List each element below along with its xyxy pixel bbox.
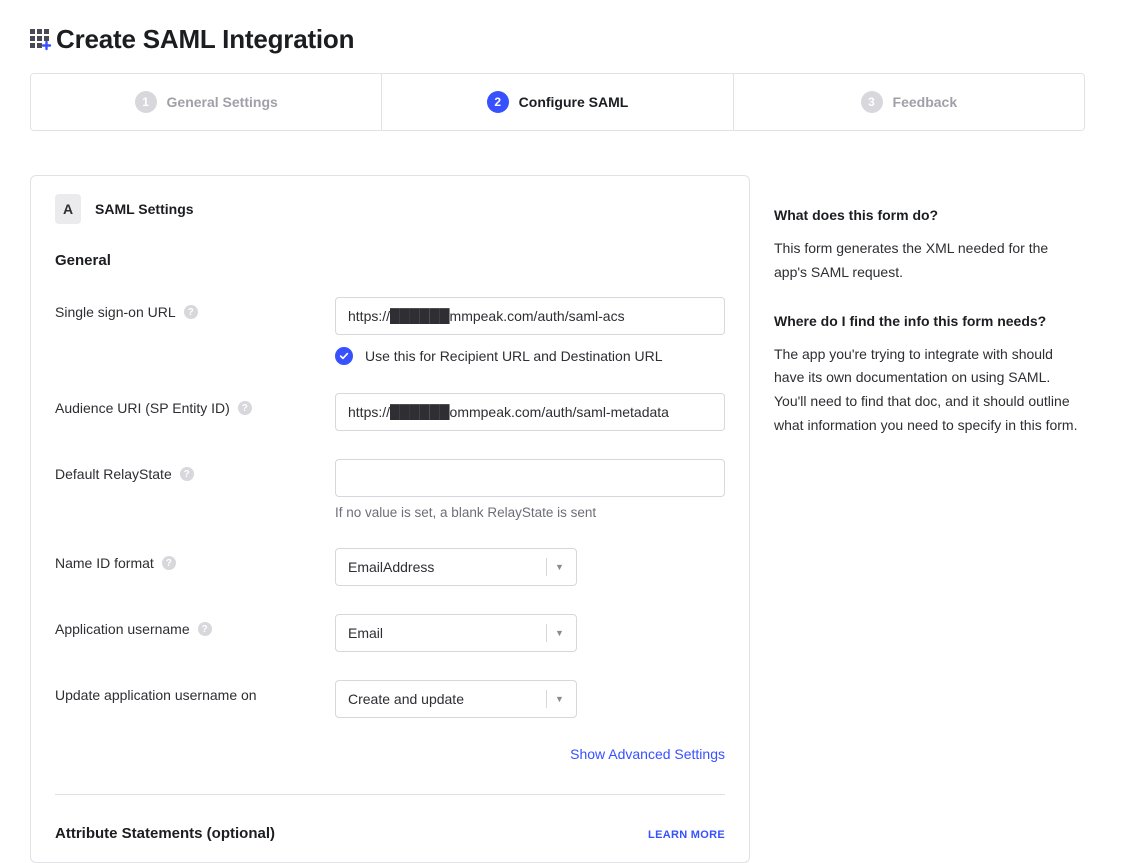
wizard-step-general[interactable]: 1 General Settings — [31, 74, 382, 130]
help-sidebar: What does this form do? This form genera… — [774, 175, 1085, 466]
attribute-statements-heading: Attribute Statements (optional) — [55, 825, 275, 842]
app-username-label: Application username — [55, 621, 190, 637]
wizard-steps: 1 General Settings 2 Configure SAML 3 Fe… — [30, 73, 1085, 131]
learn-more-link[interactable]: LEARN MORE — [648, 829, 725, 841]
page-header: Create SAML Integration — [30, 24, 1085, 55]
section-badge: A — [55, 194, 81, 224]
sso-url-input[interactable] — [335, 297, 725, 335]
general-heading: General — [55, 252, 725, 269]
step-number: 1 — [135, 91, 157, 113]
relay-state-input[interactable] — [335, 459, 725, 497]
relay-state-helper: If no value is set, a blank RelayState i… — [335, 505, 725, 520]
step-label: Configure SAML — [519, 94, 629, 110]
help-icon[interactable]: ? — [162, 556, 176, 570]
step-number: 2 — [487, 91, 509, 113]
help-icon[interactable]: ? — [238, 401, 252, 415]
wizard-step-feedback[interactable]: 3 Feedback — [734, 74, 1084, 130]
help-text-2: The app you're trying to integrate with … — [774, 343, 1085, 438]
step-label: Feedback — [893, 94, 958, 110]
step-label: General Settings — [167, 94, 278, 110]
help-icon[interactable]: ? — [198, 622, 212, 636]
chevron-down-icon: ▼ — [546, 624, 564, 642]
step-number: 3 — [861, 91, 883, 113]
help-heading-1: What does this form do? — [774, 207, 1085, 223]
saml-settings-card: A SAML Settings General Single sign-on U… — [30, 175, 750, 863]
chevron-down-icon: ▼ — [546, 690, 564, 708]
audience-uri-input[interactable] — [335, 393, 725, 431]
help-icon[interactable]: ? — [184, 305, 198, 319]
show-advanced-settings-link[interactable]: Show Advanced Settings — [570, 746, 725, 762]
relay-state-label: Default RelayState — [55, 466, 172, 482]
audience-uri-label: Audience URI (SP Entity ID) — [55, 400, 230, 416]
wizard-step-configure-saml[interactable]: 2 Configure SAML — [382, 74, 733, 130]
chevron-down-icon: ▼ — [546, 558, 564, 576]
help-icon[interactable]: ? — [180, 467, 194, 481]
help-heading-2: Where do I find the info this form needs… — [774, 313, 1085, 329]
select-value: EmailAddress — [348, 559, 434, 575]
use-for-recipient-label: Use this for Recipient URL and Destinati… — [365, 348, 663, 364]
app-username-select[interactable]: Email ▼ — [335, 614, 577, 652]
update-username-label: Update application username on — [55, 687, 257, 703]
page-title: Create SAML Integration — [56, 24, 354, 55]
help-text-1: This form generates the XML needed for t… — [774, 237, 1085, 285]
select-value: Create and update — [348, 691, 464, 707]
use-for-recipient-checkbox[interactable] — [335, 347, 353, 365]
app-grid-icon — [30, 29, 52, 51]
select-value: Email — [348, 625, 383, 641]
update-username-select[interactable]: Create and update ▼ — [335, 680, 577, 718]
divider — [55, 794, 725, 795]
name-id-format-select[interactable]: EmailAddress ▼ — [335, 548, 577, 586]
sso-url-label: Single sign-on URL — [55, 304, 176, 320]
name-id-format-label: Name ID format — [55, 555, 154, 571]
card-title: SAML Settings — [95, 201, 194, 217]
